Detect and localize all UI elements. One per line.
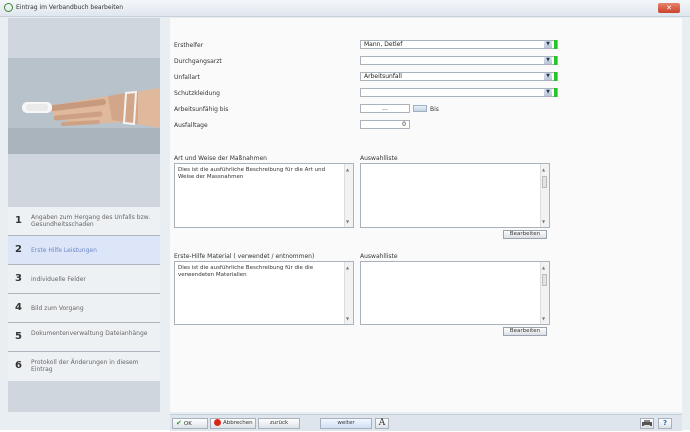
durchgangsarzt-label: Durchgangsarzt [174, 58, 222, 65]
close-button[interactable]: ✕ [658, 3, 680, 13]
unfallart-label: Unfallart [174, 74, 200, 81]
required-marker [554, 72, 557, 81]
calendar-picker-icon[interactable] [413, 105, 427, 112]
ersthelfer-label: Ersthelfer [174, 42, 204, 49]
measures-edit-button[interactable]: Bearbeiten [503, 230, 547, 239]
chevron-down-icon[interactable]: ▼ [544, 73, 552, 80]
ersthelfer-select[interactable]: Mann, Detlef ▼ [360, 40, 558, 49]
ausfalltage-input[interactable]: 0 [360, 120, 410, 129]
material-textarea[interactable]: Dies ist die ausführliche Beschreibung f… [174, 261, 354, 325]
printer-icon [642, 420, 652, 427]
scrollbar[interactable]: ▲ ▼ [540, 164, 549, 227]
ausfalltage-label: Ausfalltage [174, 122, 208, 129]
unfallart-select[interactable]: Arbeitsunfall ▼ [360, 72, 558, 81]
required-marker [554, 88, 557, 97]
step-number: 1 [15, 215, 22, 226]
chevron-down-icon[interactable]: ▼ [544, 41, 552, 48]
measures-list-label: Auswahlliste [360, 155, 398, 162]
help-icon: ? [662, 419, 668, 427]
step-label: Erste Hilfe Leistungen [31, 247, 97, 254]
scroll-thumb[interactable] [542, 176, 547, 188]
scrollbar[interactable]: ▲ ▼ [344, 262, 353, 324]
measures-list[interactable]: ▲ ▼ [360, 163, 550, 228]
font-size-button[interactable]: A [375, 418, 389, 429]
bottom-toolbar: ✔ OK Abbrechen zurück weiter A ? [170, 414, 682, 431]
schutzkleidung-select[interactable]: ▼ [360, 88, 558, 97]
print-button[interactable] [640, 418, 654, 429]
step-navigation: 1 Angaben zum Hergang des Unfalls bzw. G… [8, 207, 160, 381]
next-button[interactable]: weiter [320, 418, 372, 429]
step-number: 5 [15, 331, 22, 342]
arbeitsunfaehig-label: Arbeitsunfähig bis [174, 106, 229, 113]
scroll-thumb[interactable] [542, 274, 547, 286]
scroll-down-icon[interactable]: ▼ [542, 219, 545, 224]
unfallart-value: Arbeitsunfall [364, 73, 402, 80]
step-label: individuelle Felder [31, 276, 86, 283]
durchgangsarzt-select[interactable]: ▼ [360, 56, 558, 65]
scroll-up-icon[interactable]: ▲ [542, 167, 545, 172]
scroll-down-icon[interactable]: ▼ [346, 219, 349, 224]
bis-label: Bis [430, 106, 439, 113]
material-text: Dies ist die ausführliche Beschreibung f… [178, 265, 314, 278]
step-4[interactable]: 4 Bild zum Vorgang [8, 294, 160, 323]
measures-label: Art und Weise der Maßnahmen [174, 155, 267, 162]
app-icon [4, 3, 13, 12]
schutzkleidung-label: Schutzkleidung [174, 90, 220, 97]
cancel-icon [214, 419, 221, 426]
scrollbar[interactable]: ▲ ▼ [540, 262, 549, 324]
step-number: 3 [15, 273, 22, 284]
scroll-up-icon[interactable]: ▲ [542, 265, 545, 270]
ersthelfer-value: Mann, Detlef [364, 41, 403, 48]
step-number: 4 [15, 302, 22, 313]
ok-label: OK [183, 421, 192, 427]
step-number: 2 [15, 244, 22, 255]
step-label: Dokumentenverwaltung Dateianhänge [31, 330, 148, 337]
title-bar: Eintrag im Verbandbuch bearbeiten ✕ [0, 0, 690, 17]
arbeitsunfaehig-date-input[interactable]: ... [360, 104, 410, 113]
measures-textarea[interactable]: Dies ist die ausführliche Beschreibung f… [174, 163, 354, 228]
cancel-button[interactable]: Abbrechen [210, 418, 256, 429]
material-edit-button[interactable]: Bearbeiten [503, 327, 547, 336]
step-number: 6 [15, 360, 22, 371]
cancel-label: Abbrechen [223, 420, 253, 426]
step-1[interactable]: 1 Angaben zum Hergang des Unfalls bzw. G… [8, 207, 160, 236]
check-icon: ✔ [176, 419, 182, 427]
step-5[interactable]: 5 Dokumentenverwaltung Dateianhänge [8, 323, 160, 352]
ok-button[interactable]: ✔ OK [172, 418, 208, 429]
scroll-up-icon[interactable]: ▲ [346, 167, 349, 172]
accident-photo [8, 58, 160, 154]
measures-text: Dies ist die ausführliche Beschreibung f… [178, 167, 326, 180]
step-2[interactable]: 2 Erste Hilfe Leistungen [8, 236, 160, 265]
step-label: Angaben zum Hergang des Unfalls bzw. Ges… [31, 214, 150, 228]
scroll-down-icon[interactable]: ▼ [346, 316, 349, 321]
step-label: Bild zum Vorgang [31, 305, 84, 312]
material-list[interactable]: ▲ ▼ [360, 261, 550, 325]
step-label: Protokoll der Änderungen in diesem Eintr… [31, 359, 139, 373]
material-list-label: Auswahlliste [360, 253, 398, 260]
required-marker [554, 56, 557, 65]
scrollbar[interactable]: ▲ ▼ [344, 164, 353, 227]
back-button[interactable]: zurück [258, 418, 300, 429]
material-label: Erste-Hilfe Material ( verwendet / entno… [174, 253, 315, 260]
help-button[interactable]: ? [658, 418, 672, 429]
main-panel: Ersthelfer Durchgangsarzt Unfallart Schu… [170, 18, 682, 412]
chevron-down-icon[interactable]: ▼ [544, 89, 552, 96]
scroll-up-icon[interactable]: ▲ [346, 265, 349, 270]
bandaged-hand-image [8, 58, 160, 154]
step-3[interactable]: 3 individuelle Felder [8, 265, 160, 294]
scroll-down-icon[interactable]: ▼ [542, 316, 545, 321]
required-marker [554, 40, 557, 49]
chevron-down-icon[interactable]: ▼ [544, 57, 552, 64]
dialog-window: Eintrag im Verbandbuch bearbeiten ✕ 1 An… [0, 0, 690, 431]
window-title: Eintrag im Verbandbuch bearbeiten [16, 4, 124, 11]
step-6[interactable]: 6 Protokoll der Änderungen in diesem Ein… [8, 352, 160, 381]
